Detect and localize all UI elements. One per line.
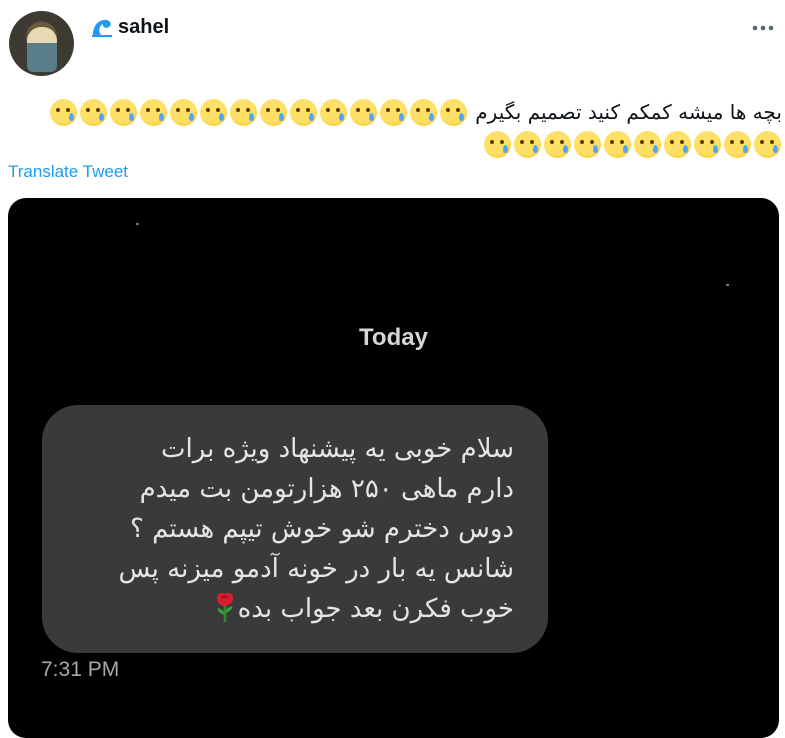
face-savoring-food-with-tear-emoji — [603, 131, 631, 158]
face-savoring-food-with-tear-emoji — [573, 131, 601, 158]
date-divider: Today — [359, 324, 428, 351]
face-savoring-food-with-tear-emoji — [723, 131, 751, 158]
face-savoring-food-with-tear-emoji — [410, 99, 438, 126]
face-savoring-food-with-tear-emoji — [753, 131, 781, 158]
more-icon — [752, 25, 774, 31]
author-header[interactable]: sahel — [90, 15, 169, 39]
face-savoring-food-with-tear-emoji — [483, 131, 511, 158]
face-savoring-food-with-tear-emoji — [140, 99, 168, 126]
face-savoring-food-with-tear-emoji — [543, 131, 571, 158]
face-savoring-food-with-tear-emoji — [380, 99, 408, 126]
message-bubble: سلام خوبی یه پیشنهاد ویژه برات دارم ماهی… — [42, 405, 548, 653]
face-savoring-food-with-tear-emoji — [513, 131, 541, 158]
tweet-text: بچه ها میشه کمکم کنید تصمیم بگیرم — [20, 96, 782, 160]
translate-tweet-link[interactable]: Translate Tweet — [8, 162, 128, 182]
face-savoring-food-with-tear-emoji — [50, 99, 78, 126]
screen-speck — [726, 284, 729, 286]
face-savoring-food-with-tear-emoji — [693, 131, 721, 158]
avatar-figure — [27, 27, 57, 72]
message-body: سلام خوبی یه پیشنهاد ویژه برات دارم ماهی… — [118, 434, 514, 624]
message-text: سلام خوبی یه پیشنهاد ویژه برات دارم ماهی… — [54, 429, 514, 629]
face-savoring-food-with-tear-emoji — [200, 99, 228, 126]
face-savoring-food-with-tear-emoji — [80, 99, 108, 126]
screen-speck — [136, 223, 139, 225]
face-savoring-food-with-tear-emoji — [633, 131, 661, 158]
face-savoring-food-with-tear-emoji — [230, 99, 258, 126]
face-savoring-food-with-tear-emoji — [290, 99, 318, 126]
face-savoring-food-with-tear-emoji — [663, 131, 691, 158]
face-savoring-food-with-tear-emoji — [350, 99, 378, 126]
tweet-media-screenshot[interactable]: Today سلام خوبی یه پیشنهاد ویژه برات دار… — [8, 198, 779, 738]
face-savoring-food-with-tear-emoji — [110, 99, 138, 126]
face-savoring-food-with-tear-emoji — [440, 99, 468, 126]
more-options-button[interactable] — [751, 18, 775, 38]
face-savoring-food-with-tear-emoji — [320, 99, 348, 126]
message-time: 7:31 PM — [41, 658, 120, 681]
face-savoring-food-with-tear-emoji — [170, 99, 198, 126]
author-name[interactable]: sahel — [118, 16, 169, 39]
face-savoring-food-with-tear-emoji — [260, 99, 288, 126]
avatar[interactable] — [9, 11, 74, 76]
tweet-body: بچه ها میشه کمکم کنید تصمیم بگیرم — [475, 100, 782, 124]
wave-icon — [92, 19, 112, 37]
rose-icon — [216, 593, 233, 622]
